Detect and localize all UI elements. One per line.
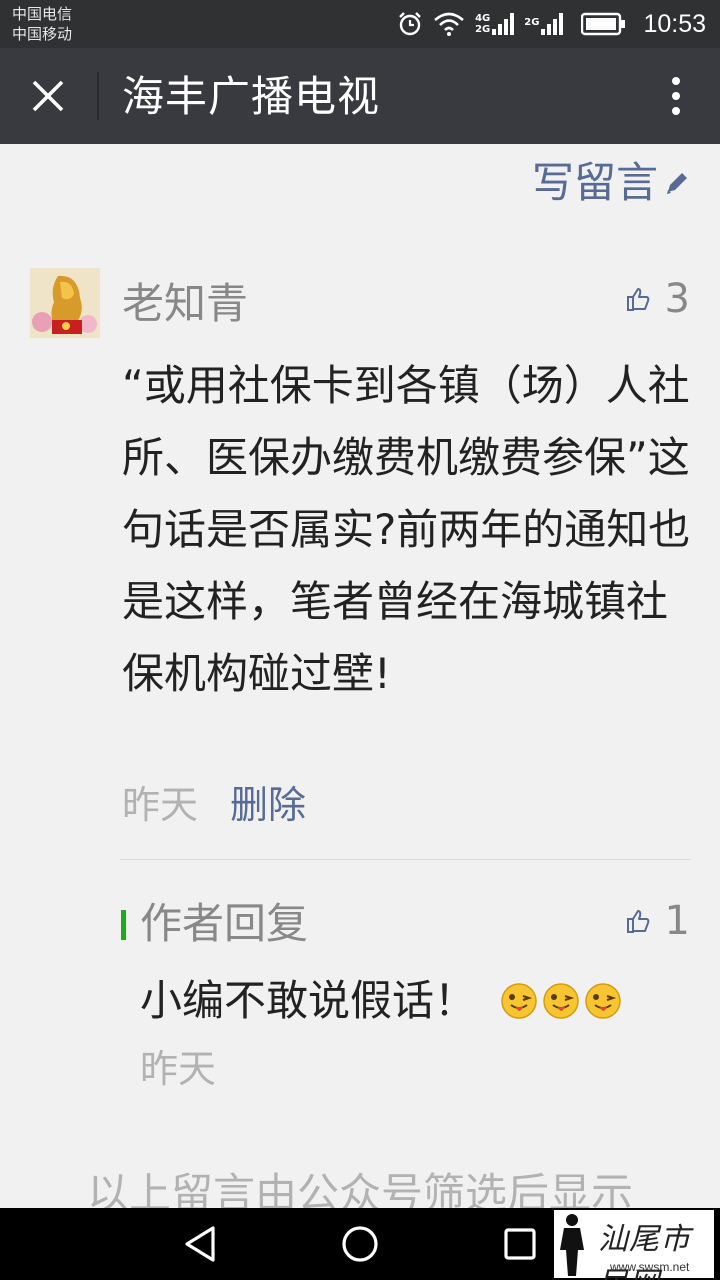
comment-like-count: 3 <box>664 276 690 322</box>
page-title: 海丰广播电视 <box>122 72 381 121</box>
alarm-icon <box>397 11 423 37</box>
delete-link[interactable]: 删除 <box>230 780 306 830</box>
avatar[interactable] <box>30 268 100 338</box>
battery-icon <box>581 12 627 36</box>
winking-tongue-face-icon <box>543 983 579 1019</box>
reply-divider <box>120 859 691 860</box>
comment-like-button[interactable]: 3 <box>625 276 690 322</box>
close-button[interactable] <box>18 70 78 122</box>
title-divider <box>97 72 99 120</box>
status-bar: 中国电信 中国移动 4G 2G 2G 10:53 <box>0 0 720 48</box>
net-top-label: 4G <box>475 13 491 24</box>
reply-time: 昨天 <box>140 1047 217 1091</box>
write-comment-link[interactable]: 写留言 <box>532 156 690 210</box>
write-comment-label: 写留言 <box>531 158 658 207</box>
reply-text: 小编不敢说假话！ <box>140 976 477 1025</box>
wifi-icon <box>433 12 465 36</box>
thumbs-up-icon <box>626 910 649 933</box>
recents-square-icon <box>504 1228 536 1260</box>
reply-text-row: 小编不敢说假话！ <box>140 970 622 1032</box>
reply-like-button[interactable]: 1 <box>625 898 690 944</box>
winking-tongue-face-icon <box>585 983 621 1019</box>
reply-label: 作者回复 <box>140 899 309 948</box>
comment-meta: 昨天 删除 <box>122 780 306 830</box>
net-2-label: 2G <box>524 17 540 28</box>
net-bottom-label: 2G <box>475 24 491 35</box>
pencil-icon <box>667 173 687 194</box>
home-circle-icon <box>342 1226 378 1262</box>
comment-text: “或用社保卡到各镇（场）人社所、医保办缴费机缴费参保”这句话是否属实?前两年的通… <box>122 361 691 698</box>
back-button[interactable] <box>176 1222 224 1266</box>
comment-author: 老知青 <box>122 279 249 328</box>
winking-tongue-face-icon <box>501 983 537 1019</box>
more-button[interactable] <box>656 74 696 118</box>
carrier-1: 中国电信 <box>12 5 73 23</box>
footer-note: 以上留言由公众号筛选后显示 <box>86 1169 633 1208</box>
more-vertical-icon <box>672 77 680 115</box>
carrier-info: 中国电信 中国移动 <box>12 4 72 44</box>
recents-button[interactable] <box>496 1222 544 1266</box>
watermark-url: www.swsm.net <box>610 1260 690 1274</box>
signal-4g-icon: 4G 2G <box>475 11 515 37</box>
reply-like-count: 1 <box>664 898 690 944</box>
comment-time: 昨天 <box>122 783 199 827</box>
home-button[interactable] <box>336 1222 384 1266</box>
title-bar: 海丰广播电视 <box>0 48 720 144</box>
signal-2g-icon: 2G <box>524 11 564 37</box>
reply-accent-bar <box>121 910 126 940</box>
close-icon <box>32 80 64 112</box>
thumbs-up-icon <box>626 288 649 311</box>
navigation-bar: 汕尾市民网 www.swsm.net <box>0 1208 720 1280</box>
back-triangle-icon <box>185 1226 215 1262</box>
status-time: 10:53 <box>643 9 706 38</box>
site-watermark: 汕尾市民网 www.swsm.net <box>554 1210 714 1280</box>
carrier-2: 中国移动 <box>12 25 73 43</box>
